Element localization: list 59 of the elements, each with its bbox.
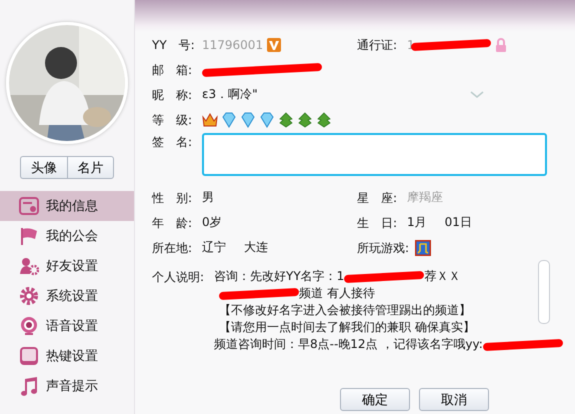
flag-icon — [19, 226, 39, 246]
zodiac-value: 摩羯座 — [407, 189, 443, 206]
description-text: 【请您用一点时间去了解我们的兼职 确保真实】 — [219, 319, 475, 336]
leaf-icon — [316, 112, 332, 128]
lock-icon[interactable] — [494, 38, 509, 52]
avatar-tab[interactable]: 名片 — [67, 156, 114, 179]
field-label: 所玩游戏: — [357, 240, 407, 256]
sidebar-item[interactable]: 好友设置 — [0, 251, 134, 281]
gear-icon — [19, 286, 39, 306]
game-icon[interactable] — [415, 240, 431, 256]
leaf-icon — [278, 112, 294, 128]
description-text: 咨询：先改好YY名字：1 — [214, 268, 344, 285]
field-label: 邮 箱: — [152, 62, 194, 78]
diamond-icon — [240, 112, 256, 128]
diamond-icon — [221, 112, 237, 128]
description-text: 【不修改好名字进入会被接待管理踢出的频道】 — [219, 302, 471, 319]
description-text: 频道咨询时间：早8点--晚12点 ，记得该名字哦yy: — [214, 336, 483, 353]
sidebar-item[interactable]: 热键设置 — [0, 341, 134, 371]
gender-value: 男 — [202, 189, 214, 206]
leaf-icon — [297, 112, 313, 128]
friends-icon — [19, 256, 39, 276]
yy-number: 11796001 — [202, 38, 264, 52]
field-label: 性 别: — [152, 190, 194, 206]
city-value: 大连 — [244, 239, 268, 256]
sidebar-item[interactable]: 语音设置 — [0, 311, 134, 341]
diamond-icon — [259, 112, 275, 128]
chevron-down-icon[interactable] — [470, 91, 484, 99]
field-label: 个人说明: — [152, 269, 206, 286]
signature-field[interactable] — [202, 133, 547, 176]
crown-icon — [202, 112, 218, 128]
field-label: 所在地: — [152, 240, 194, 256]
age-value: 0岁 — [202, 214, 222, 231]
province-value: 辽宁 — [202, 239, 226, 256]
scrollbar[interactable] — [538, 260, 550, 324]
field-label: 生 日: — [357, 214, 398, 232]
field-label: 昵 称: — [152, 86, 194, 104]
sidebar-item[interactable]: 声音提示 — [0, 371, 134, 401]
field-label: 通行证: — [357, 36, 398, 54]
sidebar-item[interactable]: 我的信息 — [0, 191, 134, 221]
birth-month: 1月 — [407, 214, 427, 231]
dialog-button[interactable]: 取消 — [419, 388, 489, 411]
note-icon — [19, 376, 39, 396]
field-label: 星 座: — [357, 190, 398, 206]
field-label: 年 龄: — [152, 214, 194, 232]
avatar-tab[interactable]: 头像 — [20, 156, 67, 179]
field-label: 签 名: — [152, 134, 194, 151]
sidebar-item[interactable]: 系统设置 — [0, 281, 134, 311]
field-label: YY 号: — [152, 36, 196, 54]
card-icon — [19, 196, 39, 216]
vip-badge-icon — [267, 38, 282, 52]
nickname-value: ε3．啊冷" — [202, 86, 258, 103]
description-text: 荐ＸＸ — [424, 268, 460, 285]
description-text: 频道 有人接待 — [299, 285, 375, 302]
birth-day: 01日 — [444, 214, 472, 231]
webcam-icon — [19, 316, 39, 336]
square-icon — [19, 346, 39, 366]
field-label: 等 级: — [152, 112, 194, 128]
dialog-button[interactable]: 确定 — [340, 388, 410, 411]
sidebar-item[interactable]: 我的公会 — [0, 221, 134, 251]
